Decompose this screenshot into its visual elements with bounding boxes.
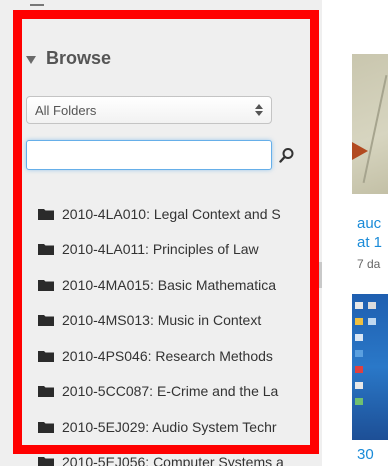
folder-item[interactable]: 2010-4PS046: Research Methods bbox=[26, 338, 316, 374]
panel-top-edge bbox=[30, 0, 44, 6]
folder-icon bbox=[38, 279, 54, 291]
folder-item[interactable]: 2010-5EJ029: Audio System Techr bbox=[26, 409, 316, 445]
browse-panel: Browse All Folders 2010-4LA010: Legal Co… bbox=[0, 0, 322, 466]
folder-label: 2010-4LA011: Principles of Law bbox=[62, 241, 259, 258]
desktop-icon bbox=[355, 334, 363, 341]
folder-item[interactable]: 2010-4MS013: Music in Context bbox=[26, 303, 316, 339]
search-button[interactable] bbox=[276, 144, 298, 166]
folder-icon bbox=[38, 457, 54, 466]
folder-label: 2010-4PS046: Research Methods bbox=[62, 347, 273, 364]
item-title-line: at 1 bbox=[357, 234, 383, 251]
desktop-icon bbox=[368, 302, 376, 309]
updown-arrows-icon bbox=[255, 104, 263, 116]
desktop-icon bbox=[355, 318, 363, 325]
folder-icon bbox=[38, 386, 54, 398]
browse-header[interactable]: Browse bbox=[26, 48, 111, 69]
item-title-line: auc bbox=[357, 215, 382, 232]
item-meta: 7 da bbox=[357, 257, 381, 271]
folder-item[interactable]: 2010-5CC087: E-Crime and the La bbox=[26, 374, 316, 410]
desktop-icon bbox=[355, 382, 363, 389]
folder-item[interactable]: 2010-4LA010: Legal Context and S bbox=[26, 196, 316, 232]
desktop-icon bbox=[355, 366, 363, 373]
folder-icon bbox=[38, 350, 54, 362]
folder-item[interactable]: 2010-4LA011: Principles of Law bbox=[26, 232, 316, 268]
folder-label: 2010-4MS013: Music in Context bbox=[62, 312, 262, 329]
item-title-link[interactable]: 30 bbox=[357, 446, 374, 463]
scrollbar-thumb[interactable] bbox=[318, 262, 322, 288]
folder-select-value: All Folders bbox=[35, 102, 97, 118]
browse-title: Browse bbox=[46, 48, 112, 68]
folder-icon bbox=[38, 244, 54, 256]
folder-icon bbox=[38, 315, 54, 327]
thumbnail-stroke bbox=[362, 74, 388, 184]
item-thumbnail[interactable] bbox=[352, 54, 388, 194]
folder-item[interactable]: 2010-4MA015: Basic Mathematica bbox=[26, 267, 316, 303]
folder-label: 2010-4LA010: Legal Context and S bbox=[62, 205, 281, 222]
search-input[interactable] bbox=[26, 140, 272, 170]
folder-list: 2010-4LA010: Legal Context and S 2010-4L… bbox=[26, 196, 316, 466]
folder-label: 2010-4MA015: Basic Mathematica bbox=[62, 276, 276, 293]
item-title-link[interactable]: auc at 1 bbox=[357, 214, 388, 252]
folder-label: 2010-5CC087: E-Crime and the La bbox=[62, 383, 279, 400]
folder-icon bbox=[38, 208, 54, 220]
folder-icon bbox=[38, 421, 54, 433]
desktop-icon bbox=[355, 302, 363, 309]
magnifier-icon bbox=[279, 148, 294, 163]
item-thumbnail-desktop[interactable] bbox=[352, 294, 388, 440]
desktop-icon bbox=[355, 350, 363, 357]
arrow-right-icon bbox=[352, 142, 368, 160]
desktop-icon bbox=[355, 398, 363, 405]
folder-label: 2010-5EJ056: Computer Systems a bbox=[62, 454, 284, 466]
desktop-icon bbox=[368, 318, 376, 325]
folder-select[interactable]: All Folders bbox=[26, 96, 272, 124]
triangle-down-icon[interactable] bbox=[26, 55, 36, 64]
folder-label: 2010-5EJ029: Audio System Techr bbox=[62, 418, 277, 435]
folder-item[interactable]: 2010-5EJ056: Computer Systems a bbox=[26, 445, 316, 466]
